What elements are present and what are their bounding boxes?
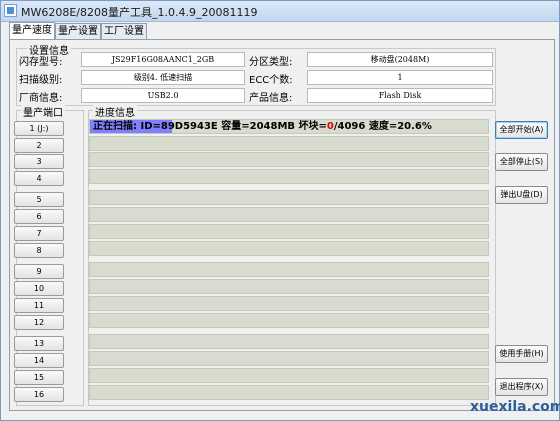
app-icon <box>4 4 17 17</box>
start-all-button[interactable]: 全部开始(A) <box>495 121 548 139</box>
progress-status-suffix: /4096 速度=20.6% <box>333 121 432 132</box>
watermark-text: xuexila.com <box>470 399 560 415</box>
settings-info-group: 设置信息 闪存型号: JS29F16G08AANC1_2GB 分区类型: 移动盘… <box>16 42 496 106</box>
progress-bar-7 <box>89 224 489 239</box>
ecc-field: 1 <box>307 70 493 85</box>
ecc-label: ECC个数: <box>249 75 293 86</box>
port-button-9[interactable]: 9 <box>14 264 64 279</box>
progress-bar-13 <box>89 334 489 349</box>
port-button-13[interactable]: 13 <box>14 336 64 351</box>
port-button-1[interactable]: 1 (J:) <box>14 121 64 136</box>
bad-blocks-count: 0 <box>326 121 334 132</box>
progress-bar-6 <box>89 207 489 222</box>
progress-bar-11 <box>89 296 489 311</box>
port-button-6[interactable]: 6 <box>14 209 64 224</box>
title-bar[interactable]: MW6208E/8208量产工具_1.0.4.9_20081119 <box>1 1 559 22</box>
port-button-12[interactable]: 12 <box>14 315 64 330</box>
port-button-2[interactable]: 2 <box>14 138 64 153</box>
partition-type-label: 分区类型: <box>249 57 293 68</box>
progress-bar-9 <box>89 262 489 277</box>
port-button-15[interactable]: 15 <box>14 370 64 385</box>
port-button-5[interactable]: 5 <box>14 192 64 207</box>
port-button-16[interactable]: 16 <box>14 387 64 402</box>
port-button-7[interactable]: 7 <box>14 226 64 241</box>
partition-type-field: 移动盘(2048M) <box>307 52 493 67</box>
progress-bar-5 <box>89 190 489 205</box>
vendor-label: 厂商信息: <box>19 93 63 104</box>
product-field: Flash Disk <box>307 88 493 103</box>
port-button-4[interactable]: 4 <box>14 171 64 186</box>
port-button-8[interactable]: 8 <box>14 243 64 258</box>
stop-all-button[interactable]: 全部停止(S) <box>495 153 548 171</box>
progress-legend: 进度信息 <box>93 104 137 119</box>
scan-level-field: 级别4. 低速扫描 <box>81 70 245 85</box>
manual-button[interactable]: 使用手册(H) <box>495 345 548 363</box>
app-window: MW6208E/8208量产工具_1.0.4.9_20081119 量产速度 量… <box>0 0 560 421</box>
ports-legend: 量产端口 <box>21 104 65 119</box>
progress-bar-3 <box>89 152 489 167</box>
port-button-3[interactable]: 3 <box>14 154 64 169</box>
port-button-11[interactable]: 11 <box>14 298 64 313</box>
progress-bar-10 <box>89 279 489 294</box>
tab-production-speed[interactable]: 量产速度 <box>9 22 55 39</box>
progress-bar-2 <box>89 136 489 151</box>
progress-bar-8 <box>89 241 489 256</box>
progress-bar-12 <box>89 313 489 328</box>
tab-production-settings[interactable]: 量产设置 <box>55 23 101 39</box>
progress-status-prefix: 正在扫描: ID=89D5943E 容量=2048MB 坏块= <box>93 121 327 132</box>
progress-bar-15 <box>89 368 489 383</box>
tab-factory-settings[interactable]: 工厂设置 <box>101 23 147 39</box>
flash-model-label: 闪存型号: <box>19 57 63 68</box>
exit-button[interactable]: 退出程序(X) <box>495 378 548 396</box>
scan-level-label: 扫描级别: <box>19 75 63 86</box>
progress-bar-4 <box>89 169 489 184</box>
progress-bar-14 <box>89 351 489 366</box>
port-button-14[interactable]: 14 <box>14 353 64 368</box>
flash-model-field: JS29F16G08AANC1_2GB <box>81 52 245 67</box>
port-button-10[interactable]: 10 <box>14 281 64 296</box>
window-title: MW6208E/8208量产工具_1.0.4.9_20081119 <box>21 6 258 19</box>
product-label: 产品信息: <box>249 93 293 104</box>
eject-button[interactable]: 弹出U盘(D) <box>495 186 548 204</box>
progress-bar-1: 正在扫描: ID=89D5943E 容量=2048MB 坏块=0/4096 速度… <box>89 119 489 134</box>
vendor-field: USB2.0 <box>81 88 245 103</box>
progress-bar-16 <box>89 385 489 400</box>
progress-status-text: 正在扫描: ID=89D5943E 容量=2048MB 坏块=0/4096 速度… <box>93 120 432 133</box>
